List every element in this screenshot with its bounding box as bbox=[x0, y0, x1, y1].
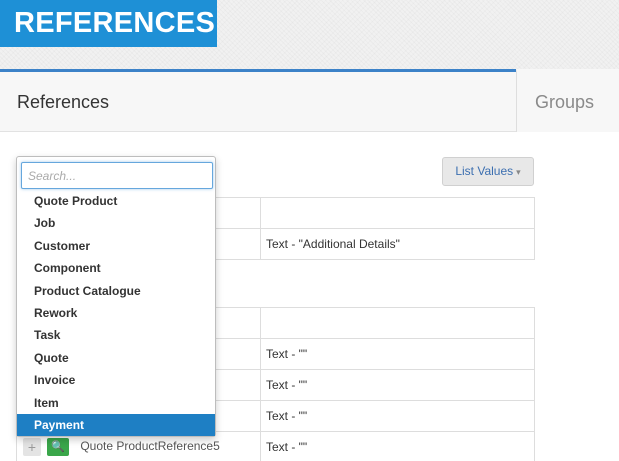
search-icon[interactable]: 🔍 bbox=[47, 438, 69, 456]
dropdown-option-item[interactable]: Item bbox=[17, 392, 215, 414]
table-cell-value bbox=[260, 197, 535, 229]
table-cell-value: Text - "" bbox=[260, 369, 535, 401]
table-cell-value: Text - "Additional Details" bbox=[260, 228, 535, 260]
dropdown-option-rework[interactable]: Rework bbox=[17, 302, 215, 324]
list-values-button[interactable]: List Values ▾ bbox=[442, 157, 534, 186]
table-cell-value: Text - "" bbox=[260, 431, 535, 461]
table-cell-value: Text - "" bbox=[260, 400, 535, 432]
dropdown-option-task[interactable]: Task bbox=[17, 324, 215, 346]
dropdown-option-payment[interactable]: Payment bbox=[17, 413, 215, 437]
tab-groups-container[interactable]: Groups bbox=[516, 69, 619, 132]
dropdown-option-quote[interactable]: Quote bbox=[17, 347, 215, 369]
list-values-label: List Values bbox=[455, 164, 514, 178]
plus-icon[interactable]: + bbox=[23, 438, 41, 456]
dropdown-option-job[interactable]: Job bbox=[17, 212, 215, 234]
tabs-bar: References Groups bbox=[0, 69, 619, 132]
page-title: REFERENCES bbox=[0, 0, 217, 47]
reference-name: Quote ProductReference5 bbox=[80, 439, 220, 454]
reference-type-dropdown[interactable]: Quote Product Job Customer Component Pro… bbox=[16, 156, 216, 437]
tab-groups[interactable]: Groups bbox=[535, 92, 594, 113]
dropdown-option-product-catalogue[interactable]: Product Catalogue bbox=[17, 280, 215, 302]
dropdown-option-quote-product[interactable]: Quote Product bbox=[17, 190, 215, 212]
dropdown-option-invoice[interactable]: Invoice bbox=[17, 369, 215, 391]
dropdown-option-customer[interactable]: Customer bbox=[17, 235, 215, 257]
dropdown-option-component[interactable]: Component bbox=[17, 257, 215, 279]
table-cell-value bbox=[260, 307, 535, 339]
dropdown-search-input[interactable] bbox=[21, 162, 213, 189]
table-cell-value: Text - "" bbox=[260, 338, 535, 370]
caret-down-icon: ▾ bbox=[516, 167, 521, 177]
dropdown-options: Quote Product Job Customer Component Pro… bbox=[17, 190, 215, 437]
tab-references[interactable]: References bbox=[17, 92, 109, 113]
